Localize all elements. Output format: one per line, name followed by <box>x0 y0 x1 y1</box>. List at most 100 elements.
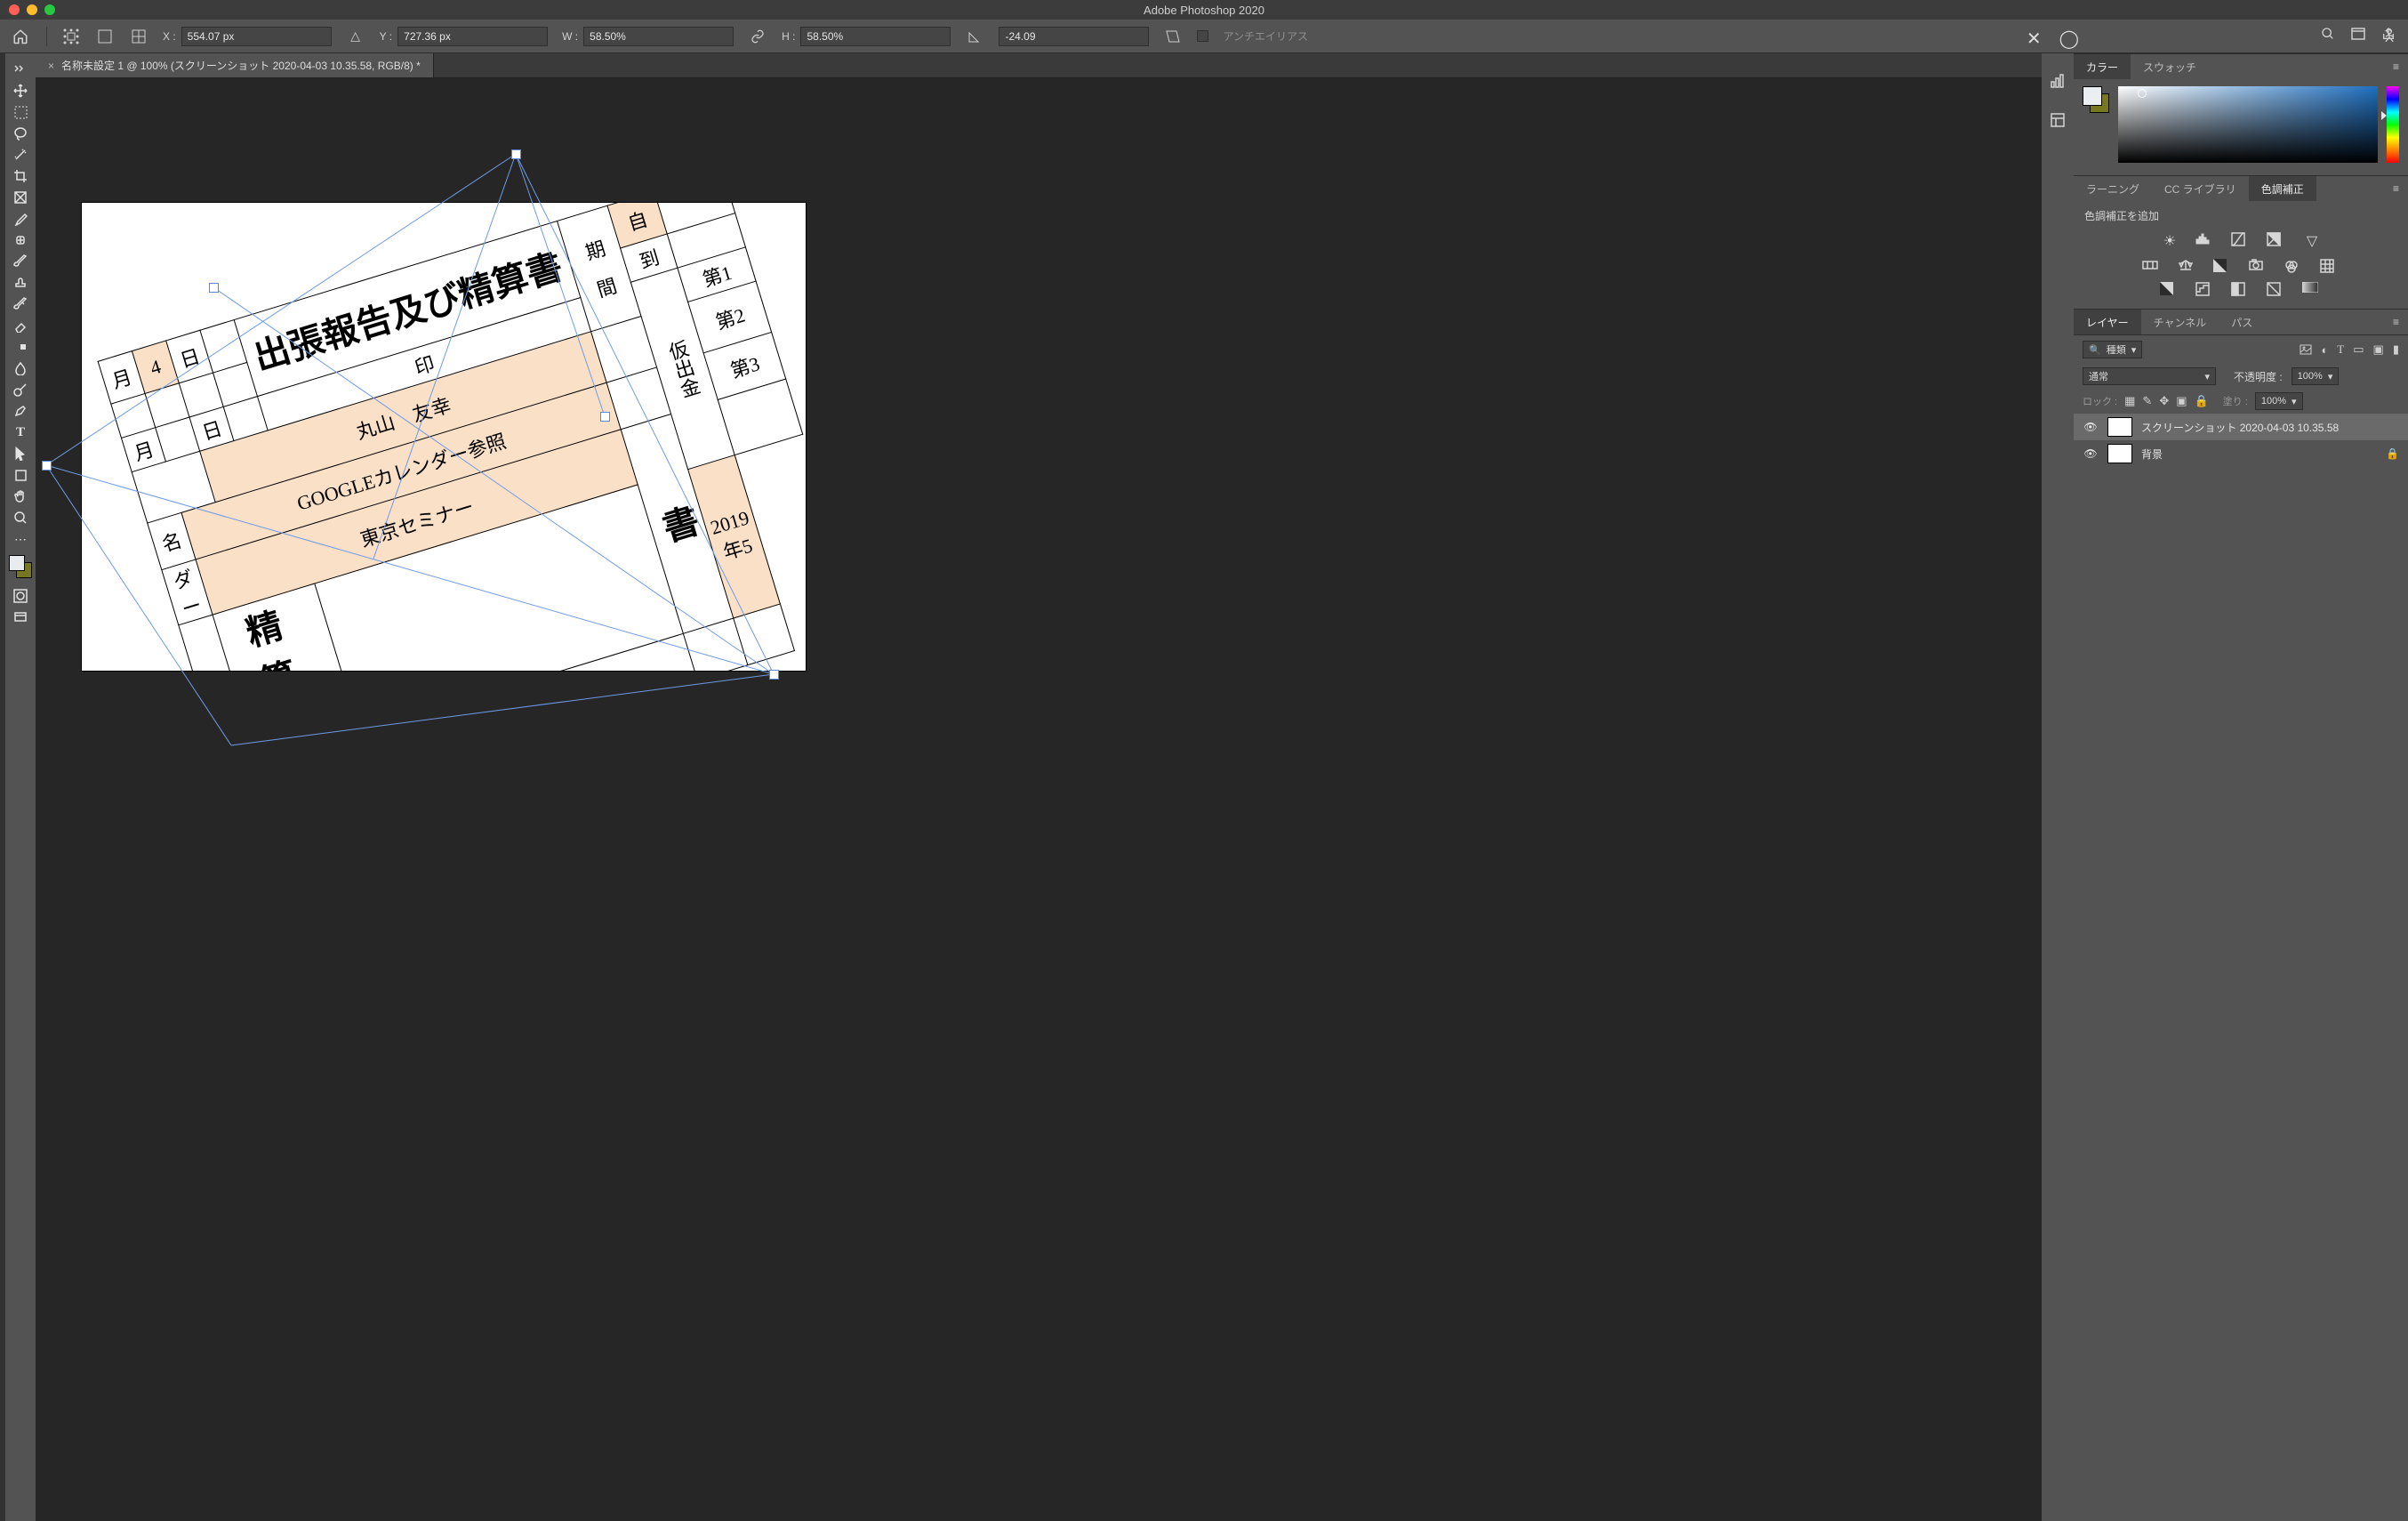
skew-icon[interactable] <box>1163 27 1183 46</box>
properties-icon[interactable] <box>2050 112 2066 128</box>
filter-type-icon[interactable]: T <box>2337 342 2344 357</box>
levels-icon[interactable] <box>2195 232 2215 250</box>
gradient-tool[interactable] <box>7 336 34 358</box>
tab-close-icon[interactable]: × <box>48 60 54 72</box>
brightness-icon[interactable]: ☀ <box>2160 232 2179 250</box>
document-tab[interactable]: × 名称未設定 1 @ 100% (スクリーンショット 2020-04-03 1… <box>36 53 434 77</box>
stamp-tool[interactable] <box>7 272 34 294</box>
h-input[interactable] <box>800 27 951 46</box>
x-input[interactable] <box>181 27 332 46</box>
layer-item[interactable]: 👁 スクリーンショット 2020-04-03 10.35.58 <box>2074 414 2408 440</box>
lasso-tool[interactable] <box>7 123 34 144</box>
home-button[interactable] <box>9 25 32 48</box>
shape-tool[interactable] <box>7 464 34 486</box>
pen-tool[interactable] <box>7 400 34 422</box>
heal-tool[interactable] <box>7 229 34 251</box>
histogram-icon[interactable] <box>2050 73 2066 89</box>
threshold-icon[interactable] <box>2231 282 2251 296</box>
invert-icon[interactable] <box>2160 282 2179 296</box>
canvas[interactable]: 月 4 日 出張報告及び精算書 期 間 自 到 <box>82 203 806 671</box>
y-input[interactable] <box>397 27 548 46</box>
filter-shape-icon[interactable]: ▭ <box>2353 342 2364 357</box>
wand-tool[interactable] <box>7 144 34 165</box>
panel-menu-icon[interactable]: ≡ <box>2384 60 2408 73</box>
canvas-viewport[interactable]: 月 4 日 出張報告及び精算書 期 間 自 到 <box>36 78 2042 1521</box>
w-input[interactable] <box>583 27 734 46</box>
channel-mixer-icon[interactable] <box>2284 259 2304 273</box>
mac-minimize-button[interactable] <box>27 4 37 15</box>
hand-tool[interactable] <box>7 486 34 507</box>
blur-tool[interactable] <box>7 358 34 379</box>
search-icon[interactable] <box>2321 27 2335 41</box>
panel-menu-icon[interactable]: ≡ <box>2384 316 2408 328</box>
grid-icon[interactable] <box>129 27 148 46</box>
chevrons-icon[interactable] <box>7 59 34 80</box>
hue-slider[interactable] <box>2387 86 2399 163</box>
commit-transform-button[interactable]: ◯ <box>2059 28 2079 50</box>
type-tool[interactable]: T <box>7 422 34 443</box>
angle-input[interactable] <box>999 27 1149 46</box>
visibility-toggle-icon[interactable]: 👁 <box>2083 447 2099 460</box>
filter-image-icon[interactable] <box>2300 344 2312 355</box>
path-select-tool[interactable] <box>7 443 34 464</box>
layer-thumbnail[interactable] <box>2107 417 2132 437</box>
history-brush-tool[interactable] <box>7 294 34 315</box>
tab-cclib[interactable]: CC ライブラリ <box>2152 176 2249 201</box>
opacity-input[interactable]: 100%▾ <box>2292 367 2340 385</box>
lock-all-icon[interactable]: 🔒 <box>2195 394 2209 408</box>
marquee-tool[interactable] <box>7 101 34 123</box>
transform-handle[interactable] <box>512 150 520 158</box>
posterize-icon[interactable] <box>2195 282 2215 296</box>
tab-swatch[interactable]: スウォッチ <box>2131 54 2209 79</box>
lock-artboard-icon[interactable]: ▣ <box>2176 394 2187 408</box>
zoom-tool[interactable] <box>7 507 34 528</box>
move-tool[interactable] <box>7 80 34 101</box>
blend-mode-select[interactable]: 通常▾ <box>2083 367 2216 385</box>
layer-filter-select[interactable]: 🔍 種類 ▾ <box>2083 341 2142 358</box>
arrange-docs-icon[interactable] <box>2351 27 2365 41</box>
visibility-toggle-icon[interactable]: 👁 <box>2083 421 2099 433</box>
transform-reference-icon[interactable] <box>61 27 81 46</box>
color-picker-cursor[interactable] <box>2138 89 2147 98</box>
hue-cursor-icon[interactable] <box>2381 111 2387 120</box>
fill-input[interactable]: 100%▾ <box>2255 392 2303 410</box>
vibrance-icon[interactable]: ▽ <box>2302 232 2322 250</box>
eraser-tool[interactable] <box>7 315 34 336</box>
filter-adjust-icon[interactable]: ◐ <box>2321 343 2328 357</box>
lookup-icon[interactable] <box>2320 259 2340 273</box>
tab-channels[interactable]: チャンネル <box>2141 310 2219 334</box>
quick-mask-button[interactable] <box>7 585 34 607</box>
cancel-transform-button[interactable]: ✕ <box>2027 28 2042 50</box>
balance-icon[interactable] <box>2178 259 2197 273</box>
tab-adjust[interactable]: 色調補正 <box>2249 176 2316 201</box>
eyedropper-tool[interactable] <box>7 208 34 229</box>
curves-icon[interactable] <box>2231 232 2251 250</box>
tab-layers[interactable]: レイヤー <box>2074 310 2141 334</box>
panel-menu-icon[interactable]: ≡ <box>2384 182 2408 195</box>
selective-color-icon[interactable] <box>2267 282 2286 296</box>
layer-thumbnail[interactable] <box>2107 444 2132 463</box>
lock-pixels-icon[interactable]: ▦ <box>2124 394 2135 408</box>
color-swatch-pair[interactable] <box>2083 86 2109 113</box>
link-wh-icon[interactable] <box>748 27 767 46</box>
lock-position-icon[interactable]: ✥ <box>2159 394 2169 408</box>
filter-smart-icon[interactable]: ▣ <box>2373 342 2384 357</box>
mac-close-button[interactable] <box>9 4 20 15</box>
bounding-box-icon[interactable] <box>95 27 115 46</box>
delta-icon[interactable]: △ <box>346 27 365 46</box>
crop-tool[interactable] <box>7 165 34 187</box>
mac-zoom-button[interactable] <box>44 4 55 15</box>
hue-icon[interactable] <box>2142 259 2162 273</box>
share-icon[interactable] <box>2381 27 2396 41</box>
photo-filter-icon[interactable] <box>2249 259 2268 273</box>
frame-tool[interactable] <box>7 187 34 208</box>
layer-item[interactable]: 👁 背景 🔒 <box>2074 440 2408 467</box>
bw-icon[interactable] <box>2213 259 2233 273</box>
brush-tool[interactable] <box>7 251 34 272</box>
antialias-checkbox[interactable] <box>1197 30 1208 42</box>
tab-paths[interactable]: パス <box>2219 310 2265 334</box>
transform-handle[interactable] <box>770 671 778 679</box>
color-field[interactable] <box>2118 86 2378 163</box>
color-swatches[interactable] <box>9 555 32 578</box>
tab-learning[interactable]: ラーニング <box>2074 176 2152 201</box>
